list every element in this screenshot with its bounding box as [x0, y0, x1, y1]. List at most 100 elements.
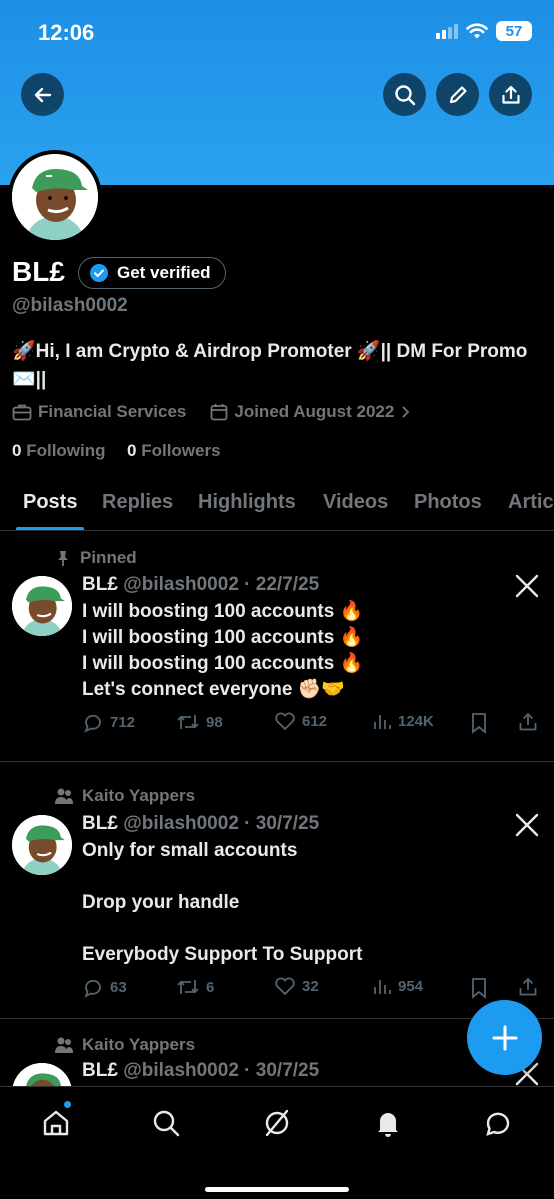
avatar[interactable] — [12, 815, 72, 875]
heart-icon — [275, 977, 295, 996]
wifi-icon — [466, 22, 488, 38]
x-logo-icon[interactable] — [514, 812, 540, 838]
followers-count: 0 — [127, 441, 137, 460]
profile-bio: 🚀Hi, I am Crypto & Airdrop Promoter 🚀|| … — [12, 341, 528, 390]
nav-grok[interactable] — [259, 1105, 295, 1141]
tab-highlights[interactable]: Highlights — [198, 491, 296, 514]
post-header: BL£ @bilash0002 · 22/7/25 — [82, 574, 319, 596]
profile-tabs: Posts Replies Highlights Videos Photos A… — [0, 485, 554, 531]
bookmark-icon[interactable] — [470, 712, 488, 734]
following-link[interactable]: 0 Following — [12, 441, 106, 460]
repost-button[interactable]: 6 — [176, 976, 214, 998]
bell-icon — [378, 1113, 398, 1137]
back-button[interactable] — [21, 73, 64, 116]
pin-icon — [58, 551, 68, 566]
reply-button[interactable]: 712 — [82, 711, 135, 733]
x-logo-icon[interactable] — [514, 573, 540, 599]
bar-chart-icon — [374, 980, 391, 994]
post-header: BL£ @bilash0002 · 30/7/25 — [82, 1060, 319, 1082]
share-button[interactable] — [489, 73, 532, 116]
followers-label: Followers — [141, 441, 221, 460]
views-button[interactable]: 124K — [372, 711, 434, 731]
get-verified-label: Get verified — [117, 263, 211, 282]
edit-button[interactable] — [436, 73, 479, 116]
views-button[interactable]: 954 — [372, 976, 423, 996]
reply-count: 712 — [110, 713, 136, 731]
tab-videos[interactable]: Videos — [323, 491, 388, 514]
avatar-illustration — [12, 1063, 72, 1087]
like-button[interactable]: 612 — [274, 711, 327, 731]
share-icon[interactable] — [517, 711, 539, 733]
view-count: 954 — [398, 977, 424, 995]
tab-posts[interactable]: Posts — [23, 491, 77, 514]
reply-count: 63 — [110, 978, 127, 996]
grok-icon — [265, 1109, 289, 1137]
search-icon — [153, 1110, 180, 1137]
nav-home[interactable] — [38, 1105, 74, 1141]
reply-icon — [84, 979, 101, 998]
like-button[interactable]: 32 — [274, 976, 319, 996]
post-date: · 30/7/25 — [244, 1060, 320, 1081]
post-context-label: Kaito Yappers — [82, 786, 196, 805]
post-text: I will boosting 100 accounts 🔥 I will bo… — [82, 601, 364, 700]
bar-chart-icon — [374, 715, 391, 729]
community-icon — [55, 788, 73, 804]
following-label: Following — [26, 441, 106, 460]
arrow-left-icon — [34, 87, 51, 102]
home-indicator — [205, 1187, 349, 1192]
unread-dot — [64, 1101, 71, 1108]
post-text: Only for small accounts Drop your handle… — [82, 840, 363, 965]
compose-post-button[interactable] — [467, 1000, 542, 1075]
profile-meta: Financial Services Joined August 2022 — [12, 402, 412, 422]
post-context: Kaito Yappers — [54, 786, 195, 806]
post-author-handle[interactable]: @bilash0002 — [123, 574, 239, 595]
tab-replies[interactable]: Replies — [102, 491, 173, 514]
profile-avatar[interactable] — [8, 150, 102, 244]
signal-icon — [436, 23, 458, 39]
profile-joined: Joined August 2022 — [234, 402, 395, 421]
repost-count: 98 — [206, 713, 223, 731]
post-header: BL£ @bilash0002 · 30/7/25 — [82, 813, 319, 835]
community-icon — [55, 1037, 73, 1053]
post-context-label: Kaito Yappers — [82, 1035, 196, 1054]
post-author-handle[interactable]: @bilash0002 — [123, 813, 239, 834]
post-item[interactable]: Kaito Yappers BL£ @bilash0002 · 30/7/25 … — [0, 762, 554, 1019]
avatar[interactable] — [12, 576, 72, 636]
tab-articles[interactable]: Articles — [508, 491, 554, 514]
followers-link[interactable]: 0 Followers — [127, 441, 221, 460]
get-verified-button[interactable]: Get verified — [78, 257, 226, 289]
like-count: 612 — [302, 712, 328, 730]
post-context: Kaito Yappers — [54, 1035, 195, 1055]
post-context-label: Pinned — [80, 548, 137, 567]
profile-category: Financial Services — [38, 402, 187, 421]
share-icon[interactable] — [517, 976, 539, 998]
post-author-handle[interactable]: @bilash0002 — [123, 1060, 239, 1081]
repost-icon — [177, 715, 199, 729]
calendar-icon — [210, 404, 228, 421]
tab-photos[interactable]: Photos — [414, 491, 482, 514]
bookmark-icon[interactable] — [470, 977, 488, 999]
avatar[interactable] — [12, 1063, 72, 1087]
nav-search[interactable] — [148, 1105, 184, 1141]
battery-indicator: 57 — [496, 21, 532, 41]
avatar-illustration — [12, 154, 98, 240]
post-author-name[interactable]: BL£ — [82, 1060, 118, 1081]
post-actions: 712 98 612 124K — [82, 711, 542, 735]
search-button[interactable] — [383, 73, 426, 116]
repost-button[interactable]: 98 — [176, 711, 223, 733]
like-count: 32 — [302, 977, 319, 995]
post-item[interactable]: Pinned BL£ @bilash0002 · 22/7/25 I will … — [0, 531, 554, 762]
share-icon — [501, 85, 520, 104]
pencil-icon — [449, 85, 467, 103]
repost-count: 6 — [206, 978, 215, 996]
nav-notifications[interactable] — [370, 1105, 406, 1141]
heart-icon — [275, 712, 295, 731]
reply-button[interactable]: 63 — [82, 976, 127, 998]
nav-messages[interactable] — [480, 1105, 516, 1141]
avatar-illustration — [12, 815, 72, 875]
post-author-name[interactable]: BL£ — [82, 574, 118, 595]
chevron-right-icon[interactable] — [400, 405, 412, 419]
post-author-name[interactable]: BL£ — [82, 813, 118, 834]
status-bar: 12:06 57 — [0, 0, 554, 66]
post-date: · 22/7/25 — [244, 574, 320, 595]
